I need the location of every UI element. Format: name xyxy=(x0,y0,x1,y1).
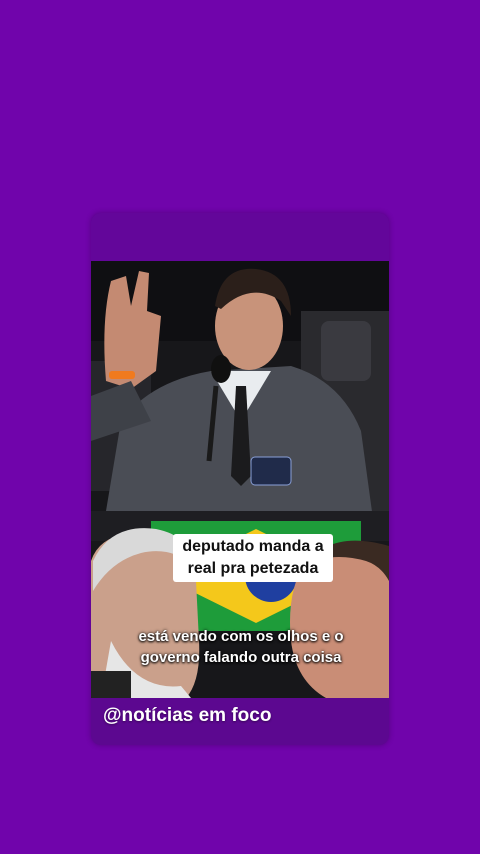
post-card: deputado manda a real pra petezada está … xyxy=(91,213,389,745)
orange-wristband xyxy=(109,371,135,379)
video-frame[interactable]: deputado manda a real pra petezada está … xyxy=(91,261,389,698)
caption-bottom: está vendo com os olhos e o governo fala… xyxy=(138,628,344,666)
account-handle[interactable]: @notícias em foco xyxy=(103,705,271,727)
card-header-band xyxy=(91,213,389,261)
microphone xyxy=(211,355,231,383)
caption-top: deputado manda a real pra petezada xyxy=(173,534,333,582)
